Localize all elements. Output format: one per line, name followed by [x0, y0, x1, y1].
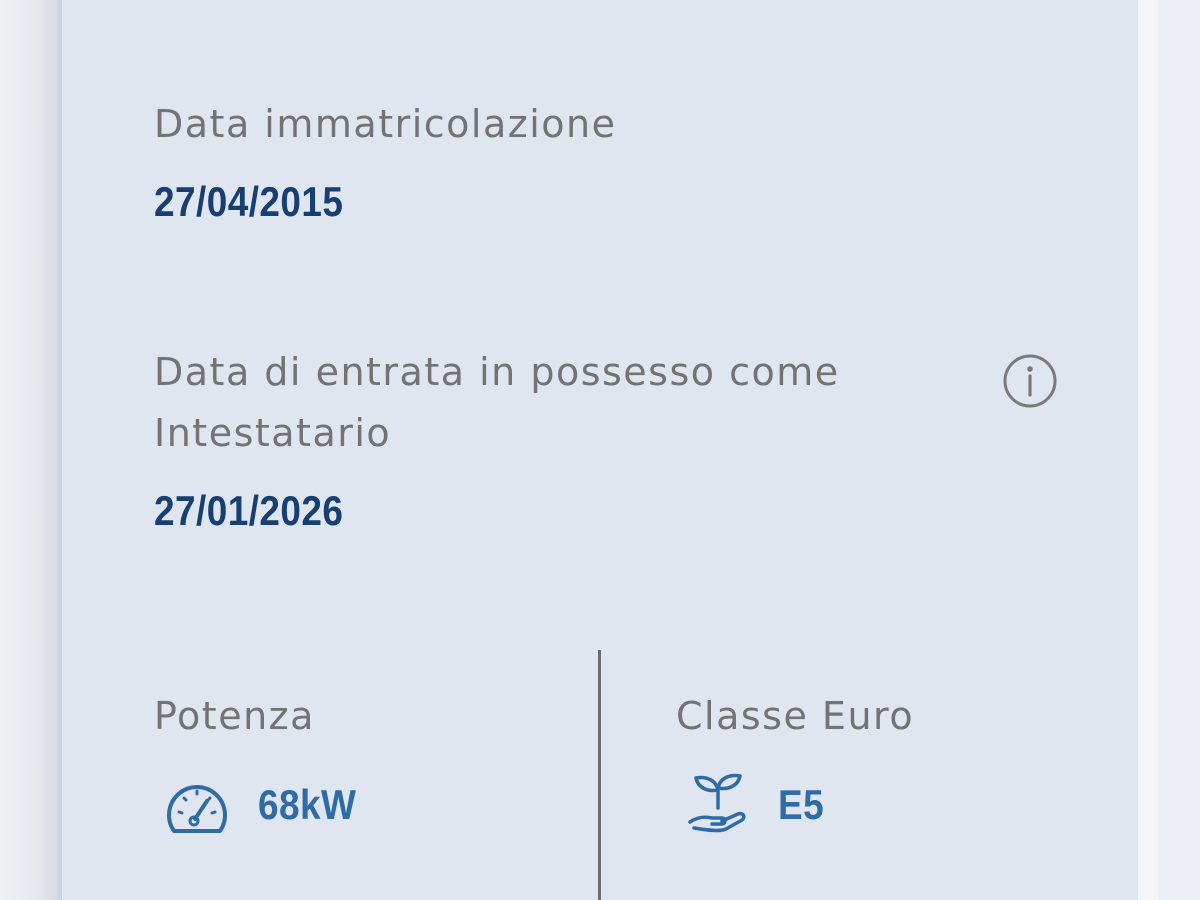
right-gutter [1138, 0, 1158, 900]
column-divider [598, 650, 601, 900]
registration-date-value: 27/04/2015 [154, 178, 344, 225]
euro-class-label: Classe Euro [676, 694, 915, 738]
ownership-date-label-line1: Data di entrata in possesso come [154, 350, 840, 394]
vehicle-details-page: Data immatricolazione 27/04/2015 Data di… [0, 0, 1200, 900]
plant-hand-icon [688, 773, 746, 833]
registration-date-label: Data immatricolazione [154, 102, 617, 146]
power-label: Potenza [154, 694, 315, 738]
right-background [1158, 0, 1200, 900]
euro-class-value: E5 [778, 781, 825, 828]
speedometer-icon [167, 785, 227, 833]
power-value: 68kW [258, 781, 357, 828]
info-icon[interactable] [1002, 353, 1058, 409]
ownership-date-value: 27/01/2026 [154, 487, 344, 534]
left-edge [0, 0, 62, 900]
ownership-date-label-line2: Intestatario [154, 411, 392, 455]
